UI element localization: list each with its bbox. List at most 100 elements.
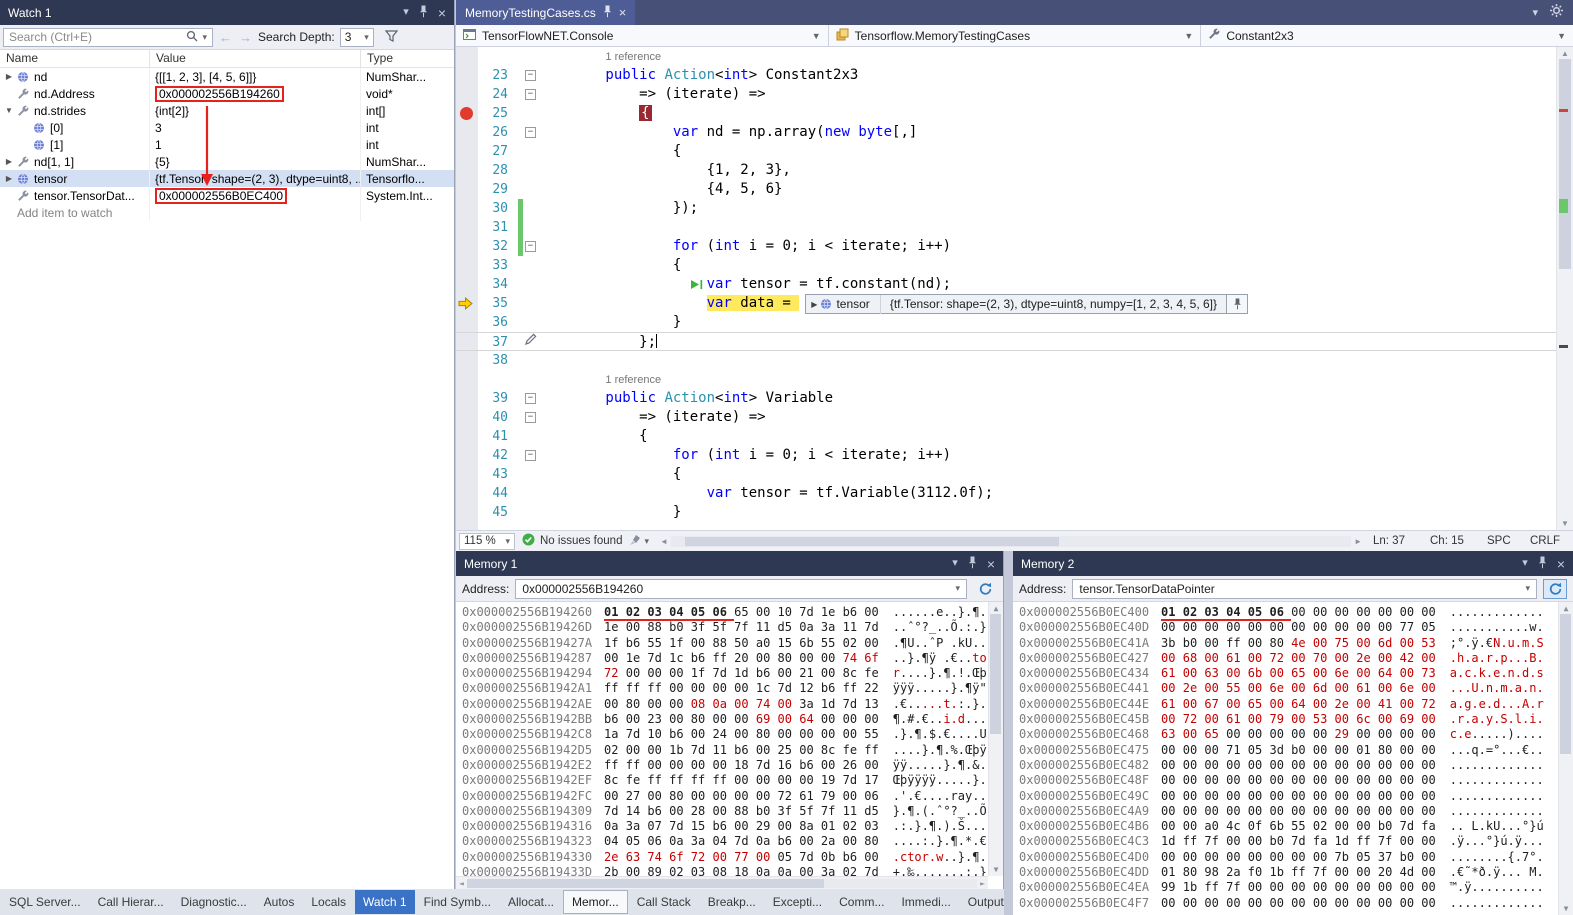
code-line[interactable]: 36} bbox=[456, 313, 1573, 332]
fold-margin[interactable]: − bbox=[523, 237, 538, 256]
refresh-icon[interactable] bbox=[973, 579, 997, 599]
code-line[interactable]: 40−=> (iterate) => bbox=[456, 408, 1573, 427]
status-insert-mode[interactable]: SPC bbox=[1487, 535, 1523, 547]
fold-margin[interactable] bbox=[523, 313, 538, 332]
bottom-tab-allocat[interactable]: Allocat... bbox=[500, 890, 562, 914]
scroll-left-icon[interactable]: ◄ bbox=[660, 537, 668, 546]
codelens-references[interactable]: 1 reference bbox=[605, 374, 661, 386]
bottom-tab-diagnostic[interactable]: Diagnostic... bbox=[173, 890, 255, 914]
code-line[interactable]: 24−=> (iterate) => bbox=[456, 85, 1573, 104]
breakpoint-margin[interactable] bbox=[456, 256, 478, 275]
watch-value-cell[interactable]: 1 bbox=[150, 136, 361, 153]
gear-icon[interactable] bbox=[1550, 4, 1563, 22]
close-icon[interactable]: × bbox=[1557, 557, 1565, 571]
fold-margin[interactable]: − bbox=[523, 66, 538, 85]
code-line[interactable]: 37}; bbox=[456, 332, 1573, 351]
fold-margin[interactable]: − bbox=[523, 446, 538, 465]
scrollbar-thumb[interactable] bbox=[685, 537, 1059, 546]
watch-value-cell[interactable]: {5} bbox=[150, 153, 361, 170]
fold-margin[interactable] bbox=[523, 503, 538, 522]
code-line[interactable]: 45} bbox=[456, 503, 1573, 522]
fold-margin[interactable] bbox=[523, 294, 538, 313]
bottom-tab-watch-1[interactable]: Watch 1 bbox=[355, 890, 415, 914]
fold-margin[interactable] bbox=[523, 218, 538, 237]
close-icon[interactable]: × bbox=[987, 557, 995, 571]
fold-collapse-icon[interactable]: − bbox=[525, 450, 536, 461]
breakpoint-margin[interactable] bbox=[456, 275, 478, 294]
fold-margin[interactable] bbox=[523, 47, 538, 66]
breakpoint-margin[interactable] bbox=[456, 313, 478, 332]
breakpoint-margin[interactable] bbox=[456, 294, 478, 313]
memory1-vertical-scrollbar[interactable]: ▲ ▼ bbox=[988, 602, 1003, 876]
bottom-tab-call-stack[interactable]: Call Stack bbox=[629, 890, 699, 914]
fold-margin[interactable]: − bbox=[523, 85, 538, 104]
fold-collapse-icon[interactable]: − bbox=[525, 393, 536, 404]
code-line[interactable]: 44var tensor = tf.Variable(3112.0f); bbox=[456, 484, 1573, 503]
memory1-titlebar[interactable]: Memory 1 ▾ × bbox=[456, 551, 1003, 576]
breakpoint-margin[interactable] bbox=[456, 351, 478, 370]
pin-icon[interactable] bbox=[419, 5, 428, 21]
fold-margin[interactable] bbox=[523, 484, 538, 503]
breakpoint-margin[interactable] bbox=[456, 370, 478, 389]
close-icon[interactable]: × bbox=[438, 6, 446, 20]
scroll-right-icon[interactable]: ► bbox=[980, 879, 985, 888]
memory1-horizontal-scrollbar[interactable]: ◄ ► bbox=[456, 876, 988, 889]
breakpoint-margin[interactable] bbox=[456, 47, 478, 66]
pin-icon[interactable] bbox=[968, 556, 977, 572]
code-cleanup-button[interactable]: ▾ bbox=[629, 534, 649, 549]
fold-margin[interactable] bbox=[523, 256, 538, 275]
pin-icon[interactable] bbox=[1226, 295, 1247, 313]
code-line[interactable]: 33{ bbox=[456, 256, 1573, 275]
code-line[interactable]: 30}); bbox=[456, 199, 1573, 218]
breakpoint-margin[interactable] bbox=[456, 85, 478, 104]
fold-margin[interactable] bbox=[523, 333, 538, 350]
watch-row[interactable]: ▶nd{[[1, 2, 3], [4, 5, 6]]}NumShar... bbox=[0, 68, 454, 85]
breakpoint-margin[interactable] bbox=[456, 237, 478, 256]
code-line[interactable]: 34var tensor = tf.constant(nd); bbox=[456, 275, 1573, 294]
breakpoint-margin[interactable] bbox=[456, 465, 478, 484]
column-header-name[interactable]: Name bbox=[0, 50, 150, 67]
back-arrow-icon[interactable]: ← bbox=[218, 30, 233, 45]
status-line-ending[interactable]: CRLF bbox=[1530, 535, 1570, 547]
bottom-tab-sql-server[interactable]: SQL Server... bbox=[1, 890, 89, 914]
fold-margin[interactable]: − bbox=[523, 389, 538, 408]
chevron-down-icon[interactable]: ▾ bbox=[202, 32, 207, 43]
breakpoint-margin[interactable] bbox=[456, 66, 478, 85]
code-line[interactable]: 23−public Action<int> Constant2x3 bbox=[456, 66, 1573, 85]
document-tab[interactable]: MemoryTestingCases.cs × bbox=[456, 0, 635, 25]
fold-collapse-icon[interactable]: − bbox=[525, 412, 536, 423]
bottom-tab-autos[interactable]: Autos bbox=[256, 890, 303, 914]
search-depth-combo[interactable]: 3 ▾ bbox=[340, 28, 374, 47]
breakpoint-margin[interactable] bbox=[456, 389, 478, 408]
scrollbar-thumb[interactable] bbox=[1560, 614, 1571, 754]
watch-value-cell[interactable]: {tf.Tensor: shape=(2, 3), dtype=uint8, .… bbox=[150, 170, 361, 187]
code-line[interactable]: 43{ bbox=[456, 465, 1573, 484]
expander-collapsed-icon[interactable]: ▶ bbox=[806, 295, 820, 314]
filter-icon[interactable] bbox=[385, 30, 398, 45]
window-position-icon[interactable]: ▾ bbox=[1522, 558, 1528, 569]
breakpoint-margin[interactable] bbox=[456, 123, 478, 142]
breakpoint-margin[interactable] bbox=[456, 427, 478, 446]
fold-margin[interactable] bbox=[523, 199, 538, 218]
codelens-references[interactable]: 1 reference bbox=[605, 51, 661, 63]
bottom-tab-output[interactable]: Output bbox=[960, 890, 1004, 914]
watch-value-cell[interactable]: {[[1, 2, 3], [4, 5, 6]]} bbox=[150, 68, 361, 85]
watch-value-cell[interactable]: 0x000002556B0EC400 bbox=[150, 187, 361, 204]
code-line[interactable]: 26−var nd = np.array(new byte[,] bbox=[456, 123, 1573, 142]
bottom-tab-memor[interactable]: Memor... bbox=[563, 890, 628, 914]
code-line[interactable]: 31 bbox=[456, 218, 1573, 237]
codelens-line[interactable]: 1 reference bbox=[456, 47, 1573, 66]
fold-margin[interactable] bbox=[523, 351, 538, 370]
chevron-down-icon[interactable]: ▾ bbox=[1525, 583, 1530, 594]
column-header-value[interactable]: Value bbox=[150, 50, 361, 67]
fold-margin[interactable] bbox=[523, 427, 538, 446]
bottom-tab-breakp[interactable]: Breakp... bbox=[700, 890, 764, 914]
expander-collapsed-icon[interactable]: ▶ bbox=[4, 174, 14, 183]
bottom-tab-comm[interactable]: Comm... bbox=[831, 890, 892, 914]
pin-icon[interactable] bbox=[603, 5, 612, 21]
breakpoint-margin[interactable] bbox=[456, 161, 478, 180]
bottom-tab-find-symb[interactable]: Find Symb... bbox=[416, 890, 499, 914]
bottom-tab-call-hierar[interactable]: Call Hierar... bbox=[90, 890, 172, 914]
code-health-indicator[interactable]: No issues found bbox=[522, 533, 622, 549]
watch-value-cell[interactable]: 3 bbox=[150, 119, 361, 136]
